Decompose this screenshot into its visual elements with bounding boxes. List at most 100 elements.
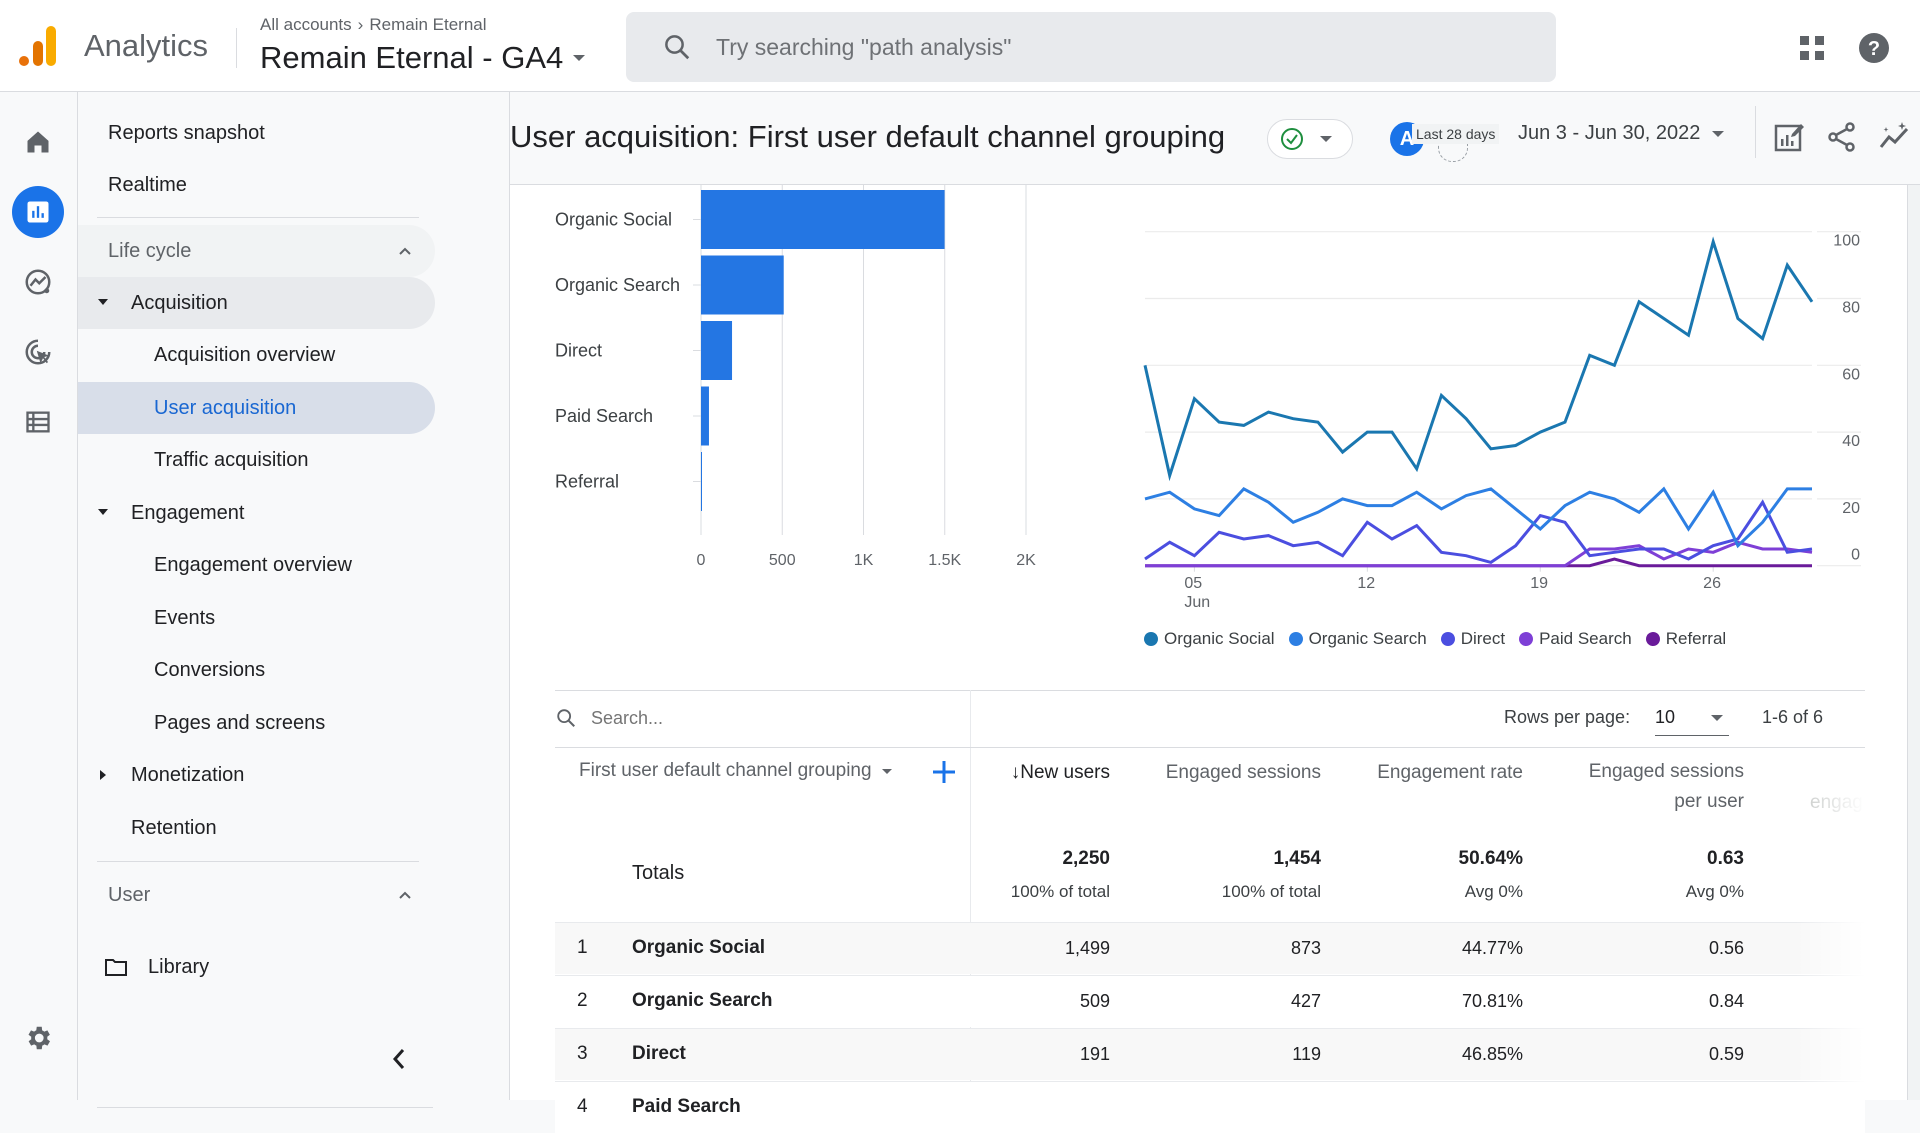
column-header-new-users[interactable]: ↓New users <box>985 758 1110 788</box>
date-range-picker[interactable]: Jun 3 - Jun 30, 2022 <box>1518 122 1725 145</box>
nav-label: Reports snapshot <box>108 121 265 144</box>
help-icon[interactable]: ? <box>1858 32 1890 64</box>
rail-advertising[interactable] <box>12 326 64 378</box>
table-row[interactable] <box>555 1081 1865 1133</box>
dimension-selector[interactable]: First user default channel grouping <box>579 760 892 782</box>
folder-icon <box>105 959 127 976</box>
rail-home[interactable] <box>12 116 64 168</box>
top-app-bar: Analytics All accounts › Remain Eternal … <box>0 0 1920 92</box>
chevron-up-icon <box>399 891 411 899</box>
total-subvalue: 100% of total <box>1010 882 1110 901</box>
rail-configure[interactable] <box>12 396 64 448</box>
bar-paid-search[interactable] <box>701 386 709 446</box>
bar-referral[interactable] <box>701 452 702 511</box>
nav-section-lifecycle[interactable]: Life cycle <box>78 225 435 277</box>
nav-library[interactable]: Library <box>78 941 435 993</box>
legend-item-organic-social[interactable]: Organic Social <box>1144 629 1275 649</box>
legend-dot-icon <box>1645 632 1660 646</box>
analytics-logo-icon[interactable] <box>18 24 58 68</box>
list-icon <box>26 411 50 433</box>
nav-acquisition[interactable]: Acquisition <box>78 277 435 329</box>
scroll-gutter[interactable] <box>1907 185 1920 1100</box>
nav-label: Realtime <box>108 173 187 196</box>
global-search-input[interactable] <box>716 33 1416 61</box>
nav-user-acquisition[interactable]: User acquisition <box>78 382 435 434</box>
total-new-users: 2,250 <box>1062 848 1110 869</box>
insights-icon[interactable] <box>1878 120 1912 154</box>
nav-engagement-overview[interactable]: Engagement overview <box>78 539 435 591</box>
table-search-input[interactable] <box>591 707 931 729</box>
property-selector[interactable]: Remain Eternal - GA4 <box>260 40 586 76</box>
legend-item-organic-search[interactable]: Organic Search <box>1288 629 1427 649</box>
totals-label: Totals <box>632 862 685 884</box>
column-header-engagement-rate[interactable]: Engagement rate <box>1355 758 1523 788</box>
nav-label: Engagement overview <box>154 553 352 576</box>
nav-label: Monetization <box>131 763 245 786</box>
row-rank: 4 <box>577 1096 588 1117</box>
nav-traffic-acquisition[interactable]: Traffic acquisition <box>78 434 435 486</box>
chevron-up-icon <box>399 247 411 255</box>
row-rank: 1 <box>577 937 588 958</box>
nav-reports-snapshot[interactable]: Reports snapshot <box>78 107 435 159</box>
table-divider <box>555 690 1865 691</box>
table-scroll-fade <box>1795 748 1865 1108</box>
total-engaged-sessions: 1,454 <box>1273 848 1321 869</box>
row-metric-value: 873 <box>1290 938 1321 958</box>
table-search[interactable] <box>555 698 955 738</box>
nav-conversions[interactable]: Conversions <box>78 644 435 696</box>
nav-monetization[interactable]: Monetization <box>78 749 435 801</box>
report-status-chip[interactable] <box>1267 119 1353 159</box>
column-header-engaged-sessions[interactable]: Engaged sessions <box>1145 758 1321 788</box>
breadcrumb-item[interactable]: Remain Eternal <box>369 15 486 35</box>
customize-report-icon[interactable] <box>1772 120 1806 154</box>
row-channel[interactable]: Organic Social <box>632 937 765 959</box>
row-metric-value: 0.56 <box>1708 938 1744 958</box>
header-divider <box>236 28 237 68</box>
nav-pages-and-screens[interactable]: Pages and screens <box>78 697 435 749</box>
section-label: Life cycle <box>108 239 192 262</box>
breadcrumb-item[interactable]: All accounts <box>260 15 352 35</box>
bar-direct[interactable] <box>701 321 733 380</box>
pagination-range: 1-6 of 6 <box>1762 707 1824 727</box>
nav-acquisition-overview[interactable]: Acquisition overview <box>78 329 435 381</box>
global-search[interactable] <box>626 12 1556 82</box>
legend-item-referral[interactable]: Referral <box>1645 629 1726 649</box>
row-channel[interactable]: Direct <box>632 1043 686 1065</box>
share-icon[interactable] <box>1825 120 1859 154</box>
explore-icon <box>25 269 51 295</box>
nav-events[interactable]: Events <box>78 592 435 644</box>
rail-explore[interactable] <box>12 256 64 308</box>
nav-section-user[interactable]: User <box>78 869 435 921</box>
check-circle-icon <box>1281 128 1303 150</box>
search-icon <box>557 709 575 727</box>
row-metric-value: 0.59 <box>1708 1044 1744 1064</box>
row-channel[interactable]: Organic Search <box>632 990 772 1012</box>
nav-engagement[interactable]: Engagement <box>78 487 435 539</box>
bar-organic-social[interactable] <box>701 190 945 249</box>
nav-realtime[interactable]: Realtime <box>78 159 435 211</box>
rail-admin[interactable] <box>12 1012 64 1064</box>
add-dimension-plus-icon[interactable] <box>930 758 958 786</box>
caret-down-icon <box>98 299 108 305</box>
caret-down-icon <box>573 55 586 61</box>
nav-label: Traffic acquisition <box>154 448 309 471</box>
nav-divider <box>97 217 419 218</box>
collapse-nav-chevron-left-icon[interactable] <box>388 1044 410 1074</box>
home-icon <box>27 131 49 153</box>
legend-item-direct[interactable]: Direct <box>1440 629 1506 649</box>
breadcrumb[interactable]: All accounts › Remain Eternal <box>260 15 487 35</box>
legend-item-paid-search[interactable]: Paid Search <box>1519 629 1632 649</box>
row-metric-value: 0.84 <box>1708 991 1744 1011</box>
column-header-engaged-sessions-per-user[interactable]: Engaged sessions per user <box>1545 757 1744 817</box>
nav-retention[interactable]: Retention <box>78 802 435 854</box>
rail-reports[interactable] <box>12 186 64 238</box>
apps-grid-icon[interactable] <box>1798 34 1826 62</box>
legend-label: Direct <box>1460 629 1506 648</box>
rows-per-page-select[interactable]: 10 <box>1655 700 1729 736</box>
caret-down-icon <box>1711 714 1723 721</box>
row-channel[interactable]: Paid Search <box>632 1096 741 1118</box>
bar-organic-search[interactable] <box>701 255 784 315</box>
nav-label: Pages and screens <box>154 711 326 734</box>
legend-dot-icon <box>1288 632 1303 646</box>
legend-dot-icon <box>1519 632 1534 646</box>
